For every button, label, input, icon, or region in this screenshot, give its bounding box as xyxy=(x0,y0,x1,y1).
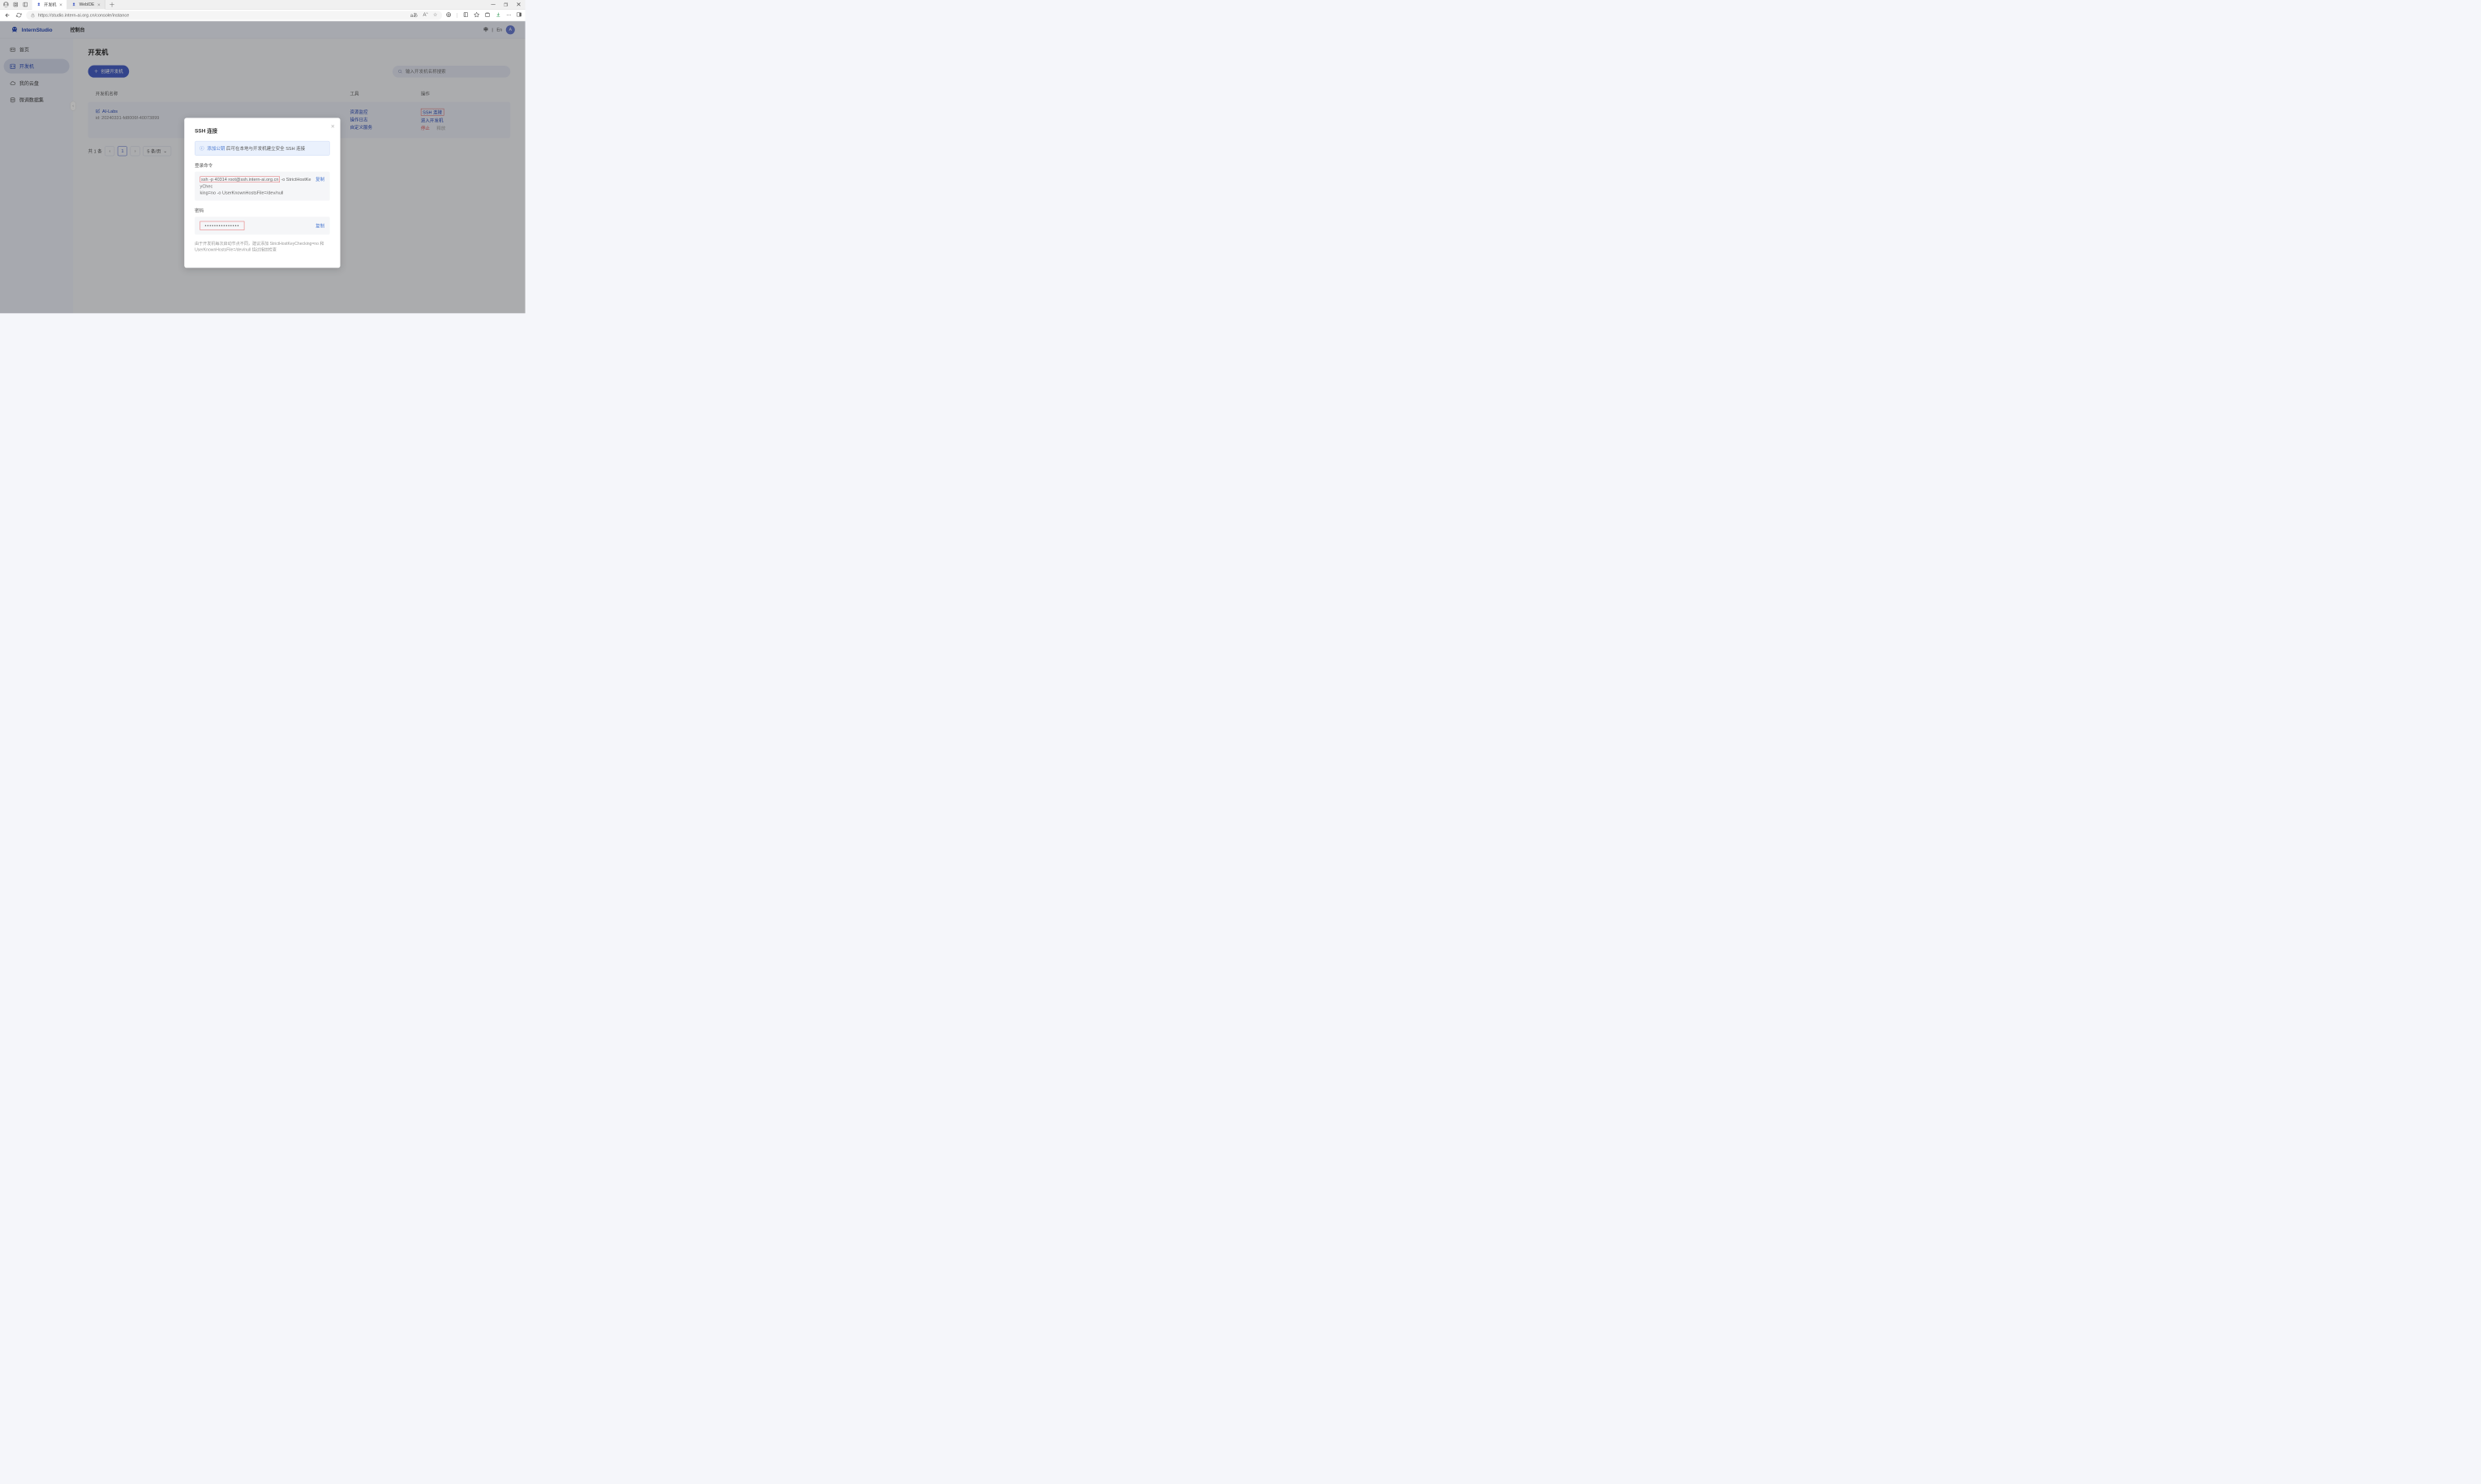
close-icon[interactable]: × xyxy=(59,2,62,7)
minimize-button[interactable]: ─ xyxy=(490,2,496,7)
lock-icon xyxy=(31,13,36,18)
info-text: 后可在本地与开发机建立安全 SSH 连接 xyxy=(226,146,305,151)
read-aloud-icon[interactable]: A» xyxy=(423,11,428,19)
downloads-icon[interactable] xyxy=(496,11,501,18)
reader-icon[interactable] xyxy=(463,11,469,18)
tab-label: 开发机 xyxy=(44,2,56,7)
collections-icon[interactable] xyxy=(485,11,491,18)
close-icon[interactable]: × xyxy=(97,2,101,7)
close-window-button[interactable]: ✕ xyxy=(516,2,522,7)
new-tab-button[interactable]: ＋ xyxy=(105,0,119,9)
copy-cmd-button[interactable]: 复制 xyxy=(315,176,324,182)
workspace-icon[interactable] xyxy=(13,2,19,7)
more-icon[interactable]: ⋯ xyxy=(506,12,511,18)
address-bar[interactable]: https://studio.intern-ai.org.cn/console/… xyxy=(26,11,442,19)
refresh-button[interactable] xyxy=(15,11,22,19)
sidebar-panel-icon[interactable] xyxy=(23,2,28,7)
tab-label: WebIDE xyxy=(79,2,95,7)
login-cmd-box: ssh -p 40314 root@ssh.intern-ai.org.cn -… xyxy=(195,172,330,201)
tab-devmachine[interactable]: 开发机 × xyxy=(32,0,67,9)
ext-icon[interactable] xyxy=(446,11,452,18)
browser-tabs: 开发机 × WebIDE × ＋ xyxy=(32,0,119,9)
ssh-modal: ✕ SSH 连接 ⓘ 添加公钥 后可在本地与开发机建立安全 SSH 连接 登录命… xyxy=(184,118,340,268)
modal-note: 由于开发机每次启动节点不同，建议添加 StrictHostKeyChecking… xyxy=(195,241,330,253)
back-button[interactable] xyxy=(4,11,11,19)
modal-title: SSH 连接 xyxy=(195,127,330,134)
info-icon: ⓘ xyxy=(200,145,204,152)
copy-pwd-button[interactable]: 复制 xyxy=(315,222,324,229)
cmd-highlight: ssh -p 40314 root@ssh.intern-ai.org.cn xyxy=(200,177,280,182)
tab-webide[interactable]: WebIDE × xyxy=(67,0,105,9)
split-icon[interactable] xyxy=(517,12,522,19)
profile-icon[interactable] xyxy=(3,2,9,7)
url-text: https://studio.intern-ai.org.cn/console/… xyxy=(38,12,129,17)
browser-navbar: https://studio.intern-ai.org.cn/console/… xyxy=(0,10,526,22)
favorites-icon[interactable] xyxy=(474,11,479,18)
divider: | xyxy=(457,12,458,18)
close-icon[interactable]: ✕ xyxy=(331,123,335,130)
translate-icon[interactable]: aあ xyxy=(410,11,418,19)
info-banner: ⓘ 添加公钥 后可在本地与开发机建立安全 SSH 连接 xyxy=(195,141,330,156)
pwd-box: ••••••••••••••• 复制 xyxy=(195,217,330,234)
login-cmd-text: ssh -p 40314 root@ssh.intern-ai.org.cn -… xyxy=(200,176,312,196)
window-titlebar: 开发机 × WebIDE × ＋ ─ ✕ xyxy=(0,0,526,10)
pwd-masked: ••••••••••••••• xyxy=(200,221,245,230)
login-cmd-label: 登录命令 xyxy=(195,162,330,169)
favorite-icon[interactable]: ☆ xyxy=(433,11,437,19)
add-key-link[interactable]: 添加公钥 xyxy=(207,146,225,151)
pwd-label: 密码 xyxy=(195,208,330,214)
maximize-button[interactable] xyxy=(503,2,509,7)
